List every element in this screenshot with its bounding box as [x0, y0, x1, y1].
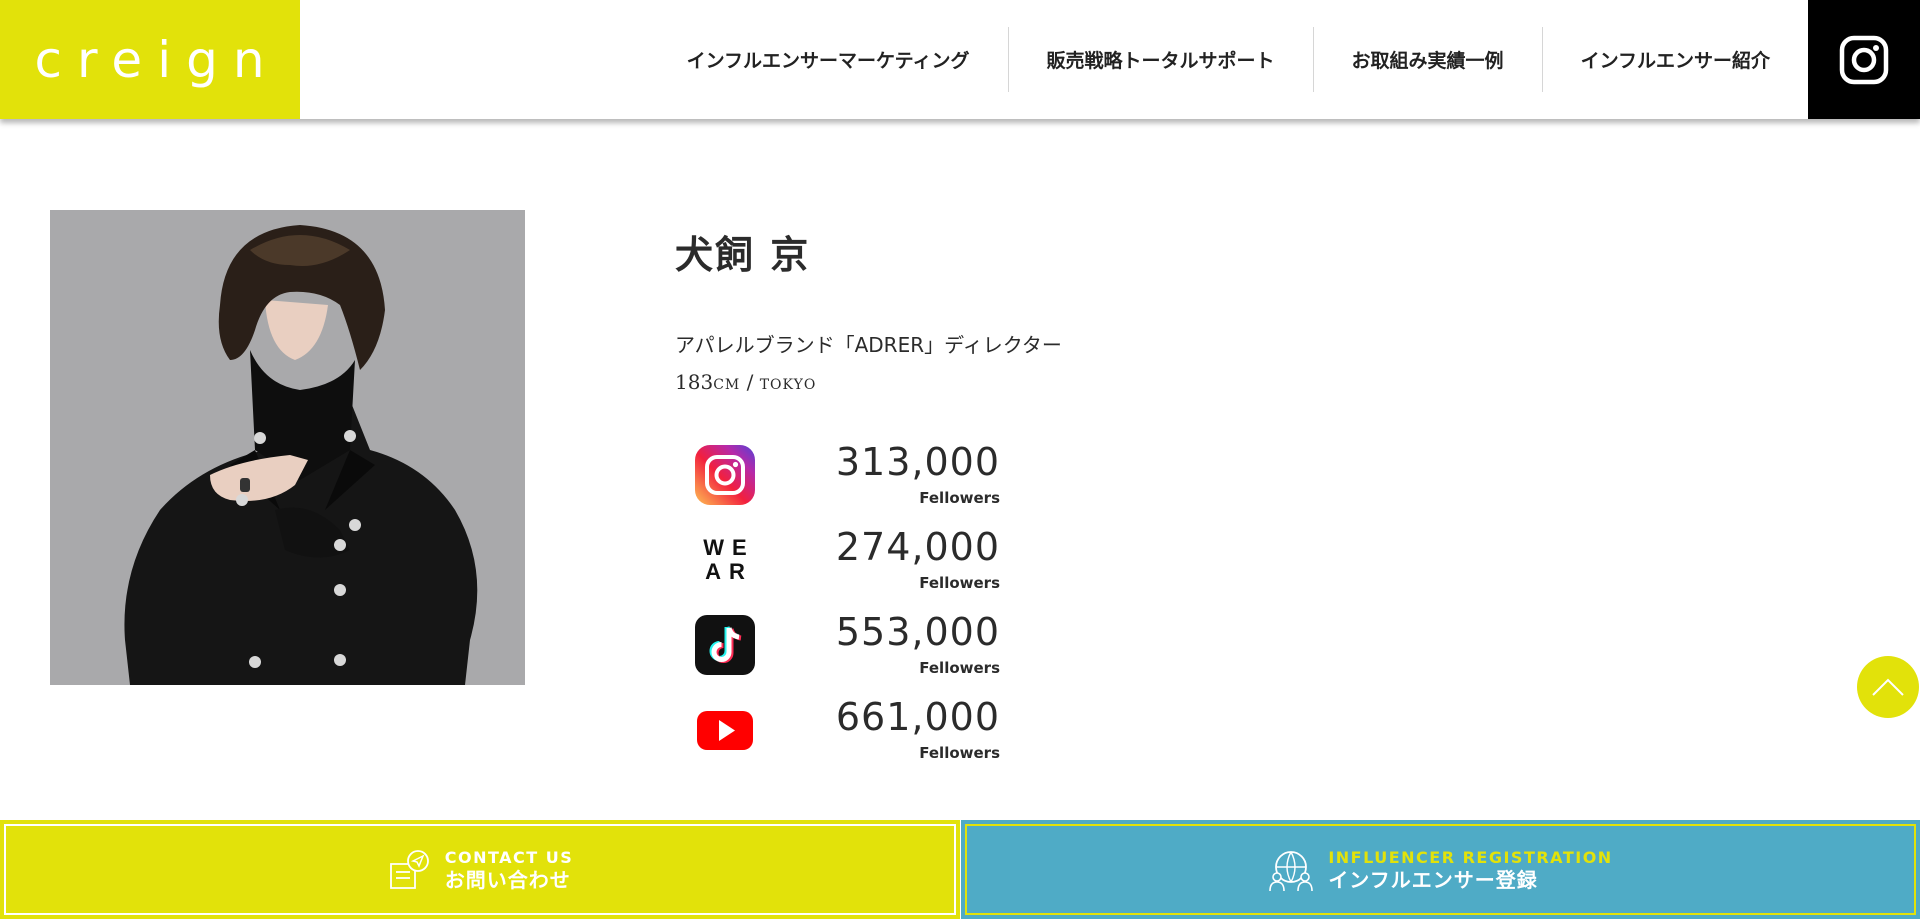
globe-people-icon: [1269, 850, 1314, 891]
stat-label: Fellowers: [919, 489, 1000, 507]
wear-logo-line2: AR: [705, 559, 753, 584]
stat-youtube: 661,000 Fellowers: [675, 695, 1005, 780]
influencer-name: 犬飼 京: [675, 233, 811, 277]
registration-label-en: INFLUENCER REGISTRATION: [1328, 847, 1613, 867]
logo-text: creign: [34, 30, 280, 89]
instagram-icon: [1839, 35, 1889, 84]
contact-content: CONTACT US お問い合わせ: [387, 848, 574, 892]
wear-icon[interactable]: WE AR: [695, 530, 755, 590]
site-header: creign インフルエンサーマーケティング 販売戦略トータルサポート お取組み…: [0, 0, 1920, 119]
height-unit: cm: [713, 377, 740, 393]
wear-logo-line1: WE: [703, 535, 755, 560]
tiktok-icon[interactable]: [695, 615, 755, 675]
influencer-description: アパレルブランド「ADRER」ディレクター: [675, 333, 1062, 357]
back-to-top-button[interactable]: [1857, 656, 1919, 718]
nav-item-influencers[interactable]: インフルエンサー紹介: [1541, 27, 1808, 92]
chevron-up-icon: [1872, 678, 1904, 696]
instagram-icon[interactable]: [695, 445, 755, 505]
stat-value: 274,000: [835, 525, 1000, 569]
influencer-registration-button[interactable]: INFLUENCER REGISTRATION インフルエンサー登録: [961, 820, 1920, 919]
contact-text: CONTACT US お問い合わせ: [445, 848, 574, 892]
message-icon: [389, 849, 429, 889]
logo[interactable]: creign: [0, 0, 300, 119]
height-unit-text: cm: [713, 377, 741, 393]
contact-button[interactable]: CONTACT US お問い合わせ: [0, 820, 960, 919]
stat-label: Fellowers: [919, 659, 1000, 677]
nav-item-influencer-marketing[interactable]: インフルエンサーマーケティング: [649, 27, 1008, 92]
influencer-photo: [50, 210, 525, 685]
influencer-meta: 183cm / tokyo: [675, 370, 816, 394]
stat-tiktok: 553,000 Fellowers: [675, 610, 1005, 695]
stat-wear: WE AR 274,000 Fellowers: [675, 525, 1005, 610]
youtube-icon[interactable]: [695, 700, 755, 760]
stat-value: 313,000: [835, 440, 1000, 484]
stat-value: 553,000: [835, 610, 1000, 654]
contact-label-en: CONTACT US: [444, 847, 574, 867]
stat-label: Fellowers: [919, 574, 1000, 592]
registration-text: INFLUENCER REGISTRATION インフルエンサー登録: [1328, 848, 1612, 892]
height-value: 183: [675, 370, 714, 394]
stat-label: Fellowers: [919, 744, 1000, 762]
registration-content: INFLUENCER REGISTRATION インフルエンサー登録: [1268, 847, 1612, 893]
portrait-illustration: [50, 210, 525, 685]
header-instagram-button[interactable]: [1808, 0, 1920, 119]
location: tokyo: [759, 377, 817, 393]
main-nav: インフルエンサーマーケティング 販売戦略トータルサポート お取組み実績一例 イン…: [649, 27, 1808, 92]
nav-item-sales-support[interactable]: 販売戦略トータルサポート: [1007, 27, 1313, 92]
contact-label-jp: お問い合わせ: [444, 867, 571, 892]
stat-value: 661,000: [835, 695, 1000, 739]
stat-instagram: 313,000 Fellowers: [675, 440, 1005, 525]
meta-separator: /: [746, 370, 760, 394]
registration-label-jp: インフルエンサー登録: [1328, 867, 1538, 892]
nav-item-case-studies[interactable]: お取組み実績一例: [1312, 27, 1542, 92]
